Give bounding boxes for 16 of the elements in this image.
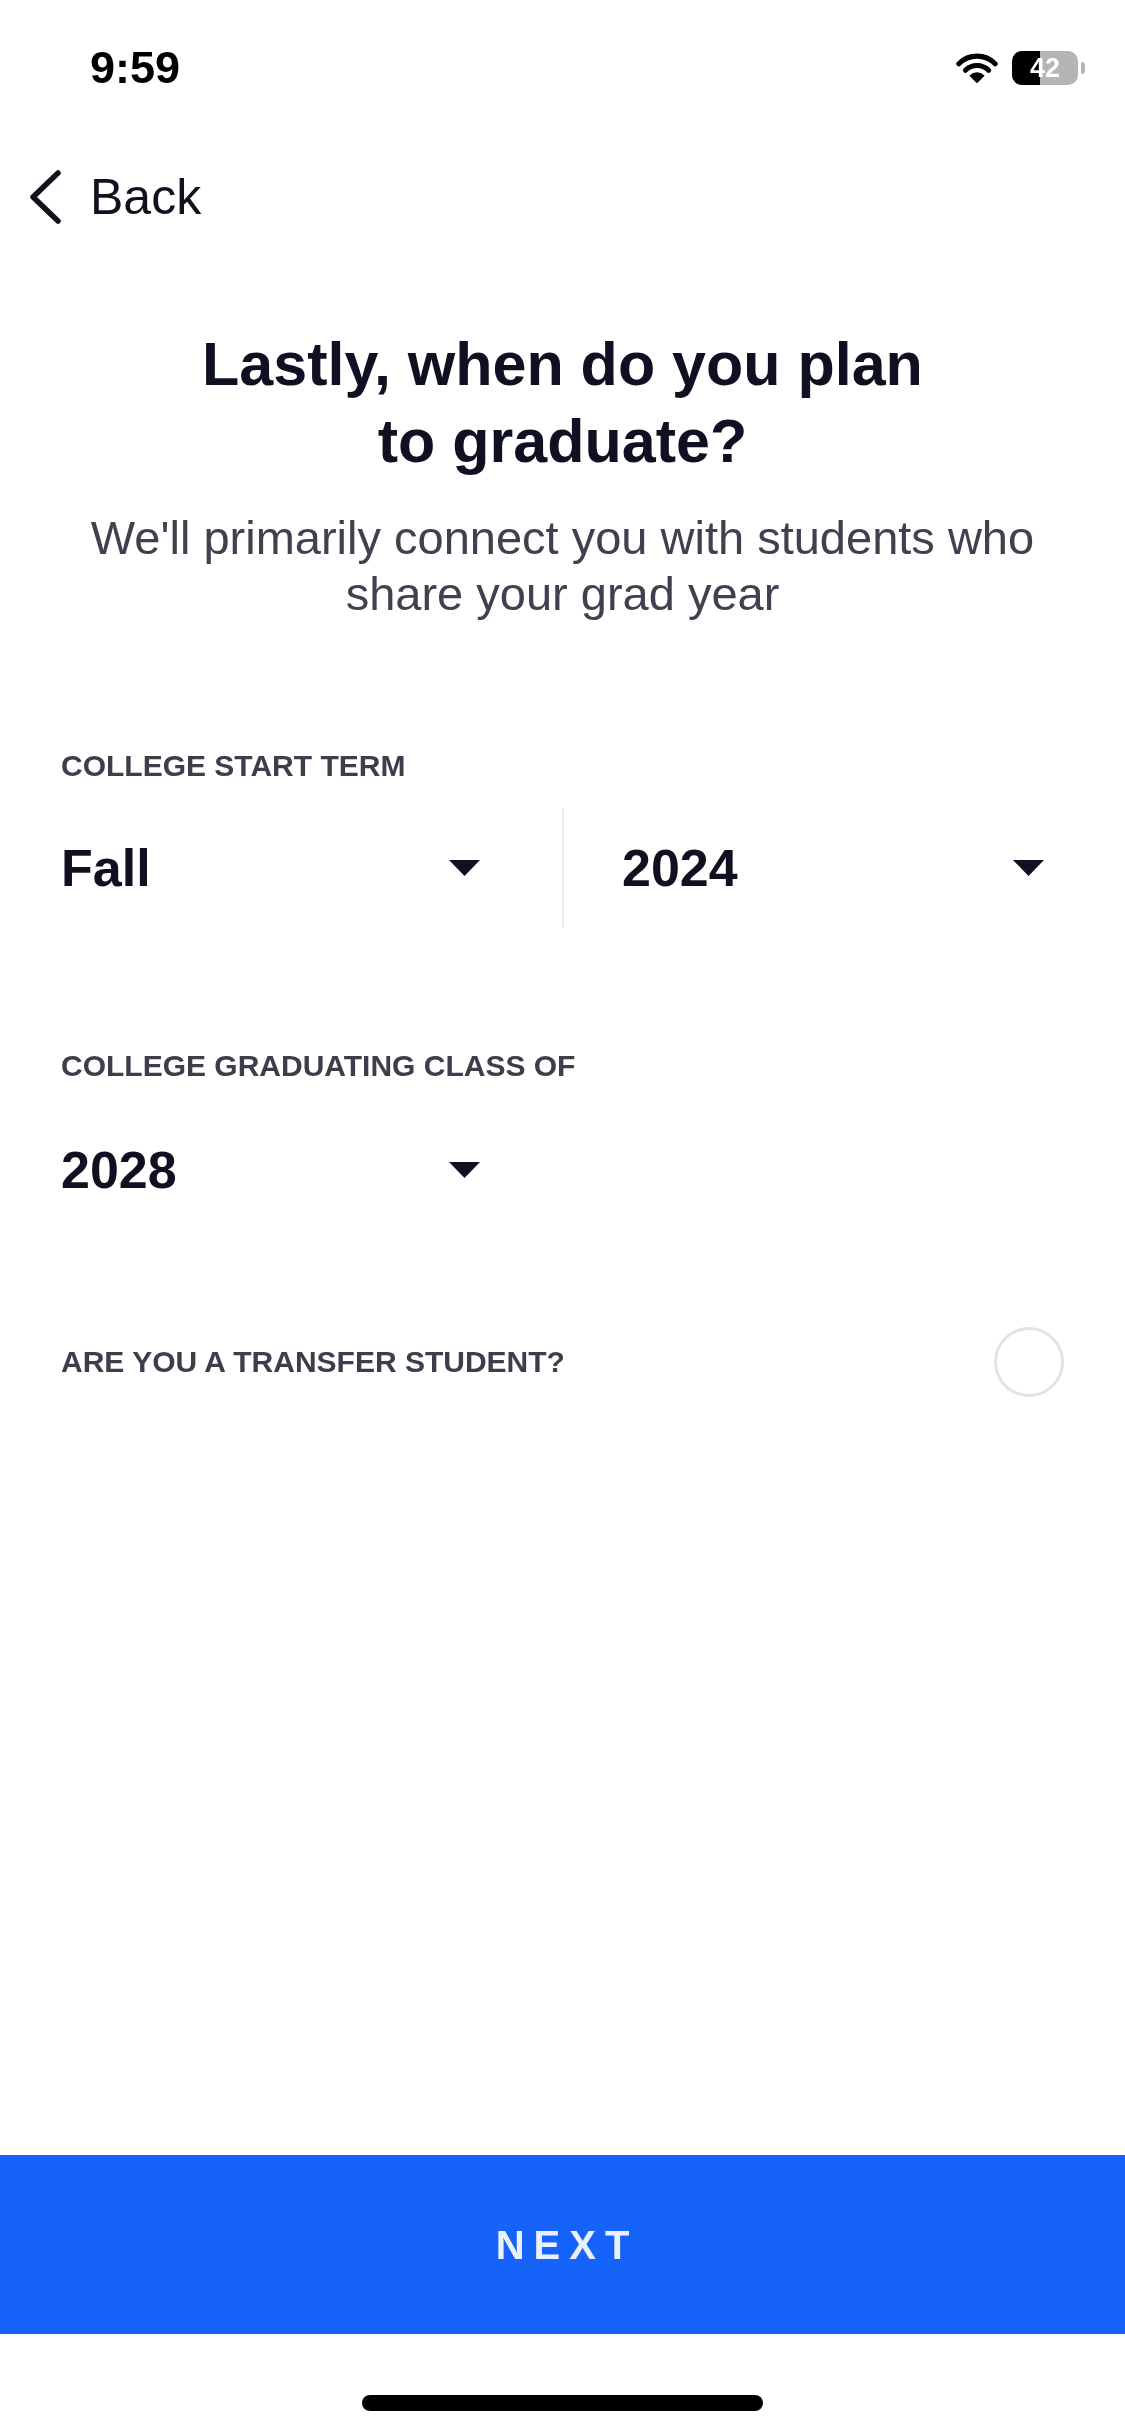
transfer-question: ARE YOU A TRANSFER STUDENT? (61, 1344, 565, 1380)
field-label: COLLEGE START TERM (61, 748, 407, 784)
field-label: COLLEGE GRADUATING CLASS OF (61, 1048, 577, 1084)
dropdown[interactable]: 2028 (61, 1110, 480, 1230)
wifi-icon (956, 52, 998, 84)
caret-down-icon (449, 860, 480, 876)
dropdown[interactable]: 2024 (622, 808, 1044, 928)
status-time: 9:59 (90, 42, 181, 94)
page-subtitle: We'll primarily connect you with students who share your grad year (89, 510, 1036, 622)
caret-down-icon (449, 1162, 480, 1178)
back-button[interactable]: Back (27, 168, 202, 226)
caret-down-icon (1013, 860, 1044, 876)
page-title: Lastly, when do you plan to graduate? (201, 329, 924, 477)
chevron-left-icon (27, 169, 63, 225)
next-button[interactable]: NEXT (0, 2155, 1125, 2334)
dropdown[interactable]: Fall (61, 808, 480, 928)
